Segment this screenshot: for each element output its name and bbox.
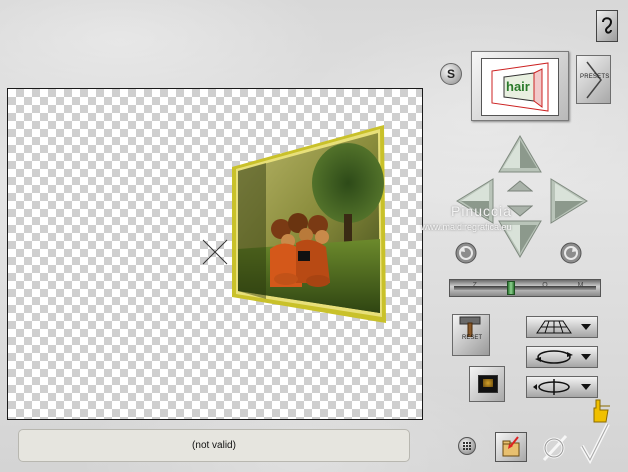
rotate-left-icon[interactable] [455, 242, 477, 264]
move-up-button[interactable] [497, 134, 543, 174]
watermark-title: Pinuccia [451, 203, 512, 219]
perspective-mode-button[interactable] [526, 316, 598, 338]
checkmark-icon[interactable] [578, 420, 612, 464]
flip-mode-button[interactable] [526, 376, 598, 398]
pointing-hand-icon [593, 399, 610, 423]
rotate-right-icon[interactable] [560, 242, 582, 264]
chevron-right-icon [586, 61, 602, 99]
x-icon [202, 239, 228, 265]
rotate-circle-icon [535, 350, 591, 364]
export-button[interactable] [495, 432, 527, 462]
transformed-photo [232, 125, 386, 323]
watermark-url: www.maidiregrafica.eu [421, 222, 512, 232]
help-icon [602, 17, 613, 34]
export-icon [502, 436, 520, 457]
s-button-label: S [446, 67, 455, 81]
s-button[interactable]: S [440, 63, 462, 85]
preset-preview-image: hair [481, 58, 559, 116]
flip-axis-icon [533, 379, 591, 395]
presets-button[interactable]: PRESETS [576, 55, 611, 104]
hammer-icon [459, 316, 481, 337]
nudge-up-button[interactable] [507, 180, 533, 192]
app-window: S hair PRESETS Pinuccia www.maidiregrafi… [0, 0, 628, 472]
load-image-button[interactable] [469, 366, 505, 402]
svg-text:hair: hair [506, 79, 530, 94]
reset-label: RESET [462, 335, 483, 341]
zoom-label: Z O O M [472, 282, 598, 289]
grid-icon [463, 442, 471, 450]
move-right-button[interactable] [549, 177, 589, 225]
rotate-mode-button[interactable] [526, 346, 598, 368]
grid-button[interactable] [458, 437, 476, 455]
status-text: (not valid) [192, 440, 236, 451]
perspective-grid-icon [536, 320, 591, 334]
status-bar: (not valid) [18, 429, 410, 462]
cancel-icon[interactable] [540, 432, 570, 462]
preview-canvas[interactable] [7, 88, 423, 420]
image-thumbnail [478, 375, 498, 393]
help-button[interactable] [596, 10, 618, 42]
zoom-thumb[interactable] [507, 281, 515, 295]
preset-preview[interactable]: hair [471, 51, 569, 121]
presets-label: PRESETS [580, 74, 610, 80]
zoom-slider[interactable]: Z O O M [449, 279, 601, 297]
reset-button[interactable]: RESET [452, 314, 490, 356]
preview-graphic: hair [491, 62, 549, 112]
